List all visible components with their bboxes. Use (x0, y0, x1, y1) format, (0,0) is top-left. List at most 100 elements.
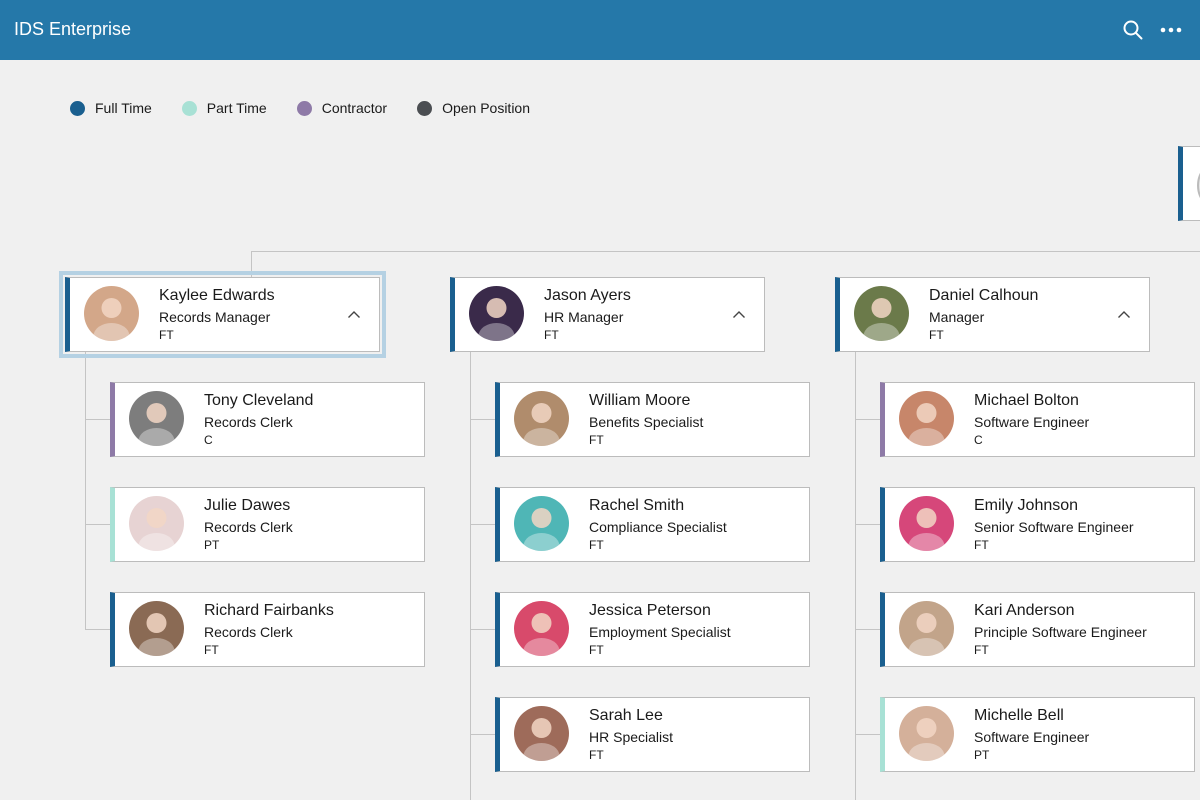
legend-label: Part Time (206, 100, 267, 116)
employee-title: Principle Software Engineer (974, 624, 1147, 640)
app-header: IDS Enterprise (0, 0, 1200, 60)
employee-name: Julie Dawes (204, 497, 291, 514)
connector-line (470, 419, 495, 420)
connector-line (855, 629, 880, 630)
avatar (514, 496, 569, 551)
chevron-up-icon (733, 310, 745, 318)
employee-name: Jason Ayers (544, 287, 631, 304)
legend-label: Open Position (442, 100, 531, 116)
legend: Full Time Part Time Contractor Open Positio… (70, 99, 560, 117)
avatar (854, 286, 909, 341)
employee-title: Software Engineer (974, 414, 1090, 430)
legend-label: Contractor (321, 100, 388, 116)
employment-type: FT (589, 748, 604, 762)
manager-card[interactable]: Jason Ayers HR Manager FT (450, 277, 765, 352)
legend-dot (70, 100, 85, 116)
legend-dot (296, 100, 312, 116)
manager-card[interactable]: Daniel Calhoun Manager FT (835, 277, 1150, 352)
legend-item: Part Time (181, 100, 267, 116)
employee-card[interactable]: Jessica Peterson Employment Specialist FT (495, 592, 810, 667)
chevron-up-icon (348, 310, 360, 318)
connector-line (85, 524, 110, 525)
employee-title: Records Manager (159, 309, 271, 325)
connector-line (470, 524, 495, 525)
avatar (899, 496, 954, 551)
employee-card[interactable]: Emily Johnson Senior Software Engineer FT (880, 487, 1195, 562)
avatar (84, 286, 139, 341)
employee-card[interactable]: Michael Bolton Software Engineer C (880, 382, 1195, 457)
employment-type: C (974, 433, 983, 447)
employee-card[interactable]: Julie Dawes Records Clerk PT (110, 487, 425, 562)
employee-name: Tony Cleveland (204, 392, 314, 409)
org-card-partial[interactable] (1178, 146, 1200, 221)
employment-type: C (204, 433, 213, 447)
employment-type: FT (929, 328, 944, 342)
employee-card[interactable]: William Moore Benefits Specialist FT (495, 382, 810, 457)
employment-type: FT (589, 433, 604, 447)
employee-card[interactable]: Richard Fairbanks Records Clerk FT (110, 592, 425, 667)
employment-type: FT (159, 328, 174, 342)
connector-line (85, 629, 110, 630)
employee-name: Michelle Bell (974, 707, 1064, 724)
more-actions-button[interactable] (1156, 15, 1186, 45)
connector-line (251, 251, 252, 277)
chevron-up-icon (1118, 310, 1130, 318)
employee-name: Daniel Calhoun (929, 287, 1039, 304)
connector-line (855, 734, 880, 735)
employee-title: HR Specialist (589, 729, 674, 745)
legend-label: Full Time (95, 100, 152, 116)
employee-name: William Moore (589, 392, 691, 409)
employee-name: Jessica Peterson (589, 602, 711, 619)
employee-title: Records Clerk (204, 414, 293, 430)
connector-line (470, 629, 495, 630)
employee-title: Benefits Specialist (589, 414, 704, 430)
avatar (129, 496, 184, 551)
connector-line (855, 419, 880, 420)
manager-card[interactable]: Kaylee Edwards Records Manager FT (59, 271, 386, 358)
employment-type: FT (589, 538, 604, 552)
employee-title: Manager (929, 309, 985, 325)
avatar (514, 391, 569, 446)
employee-name: Michael Bolton (974, 392, 1079, 409)
avatar (129, 601, 184, 656)
collapse-button[interactable] (730, 306, 748, 322)
employment-type: FT (974, 538, 989, 552)
employee-title: Software Engineer (974, 729, 1090, 745)
employee-name: Kaylee Edwards (159, 287, 275, 304)
employee-title: Records Clerk (204, 519, 293, 535)
employee-card[interactable]: Kari Anderson Principle Software Engineer… (880, 592, 1195, 667)
employee-card[interactable]: Michelle Bell Software Engineer PT (880, 697, 1195, 772)
employment-type: FT (589, 643, 604, 657)
employment-type: FT (204, 643, 219, 657)
connector-line (470, 734, 495, 735)
collapse-button[interactable] (345, 306, 363, 322)
employment-type: PT (204, 538, 220, 552)
avatar (514, 601, 569, 656)
avatar (899, 601, 954, 656)
employment-type: FT (974, 643, 989, 657)
avatar (469, 286, 524, 341)
more-horizontal-icon (1160, 27, 1182, 33)
legend-item: Open Position (417, 100, 530, 116)
legend-dot (181, 100, 197, 116)
connector-line (85, 419, 110, 420)
legend-dot (417, 100, 433, 116)
employee-name: Richard Fairbanks (204, 602, 334, 619)
connector-line (855, 524, 880, 525)
avatar (899, 391, 954, 446)
employee-title: Compliance Specialist (589, 519, 727, 535)
employee-name: Rachel Smith (589, 497, 685, 514)
collapse-button[interactable] (1115, 306, 1133, 322)
app-title: IDS Enterprise (14, 19, 132, 39)
employee-name: Emily Johnson (974, 497, 1079, 514)
search-button[interactable] (1118, 15, 1148, 45)
connector-line (85, 352, 86, 629)
connector-line (251, 251, 1200, 252)
employee-title: Records Clerk (204, 624, 293, 640)
legend-item: Full Time (70, 100, 152, 116)
employee-title: Senior Software Engineer (974, 519, 1134, 535)
employee-card[interactable]: Sarah Lee HR Specialist FT (495, 697, 810, 772)
employee-card[interactable]: Tony Cleveland Records Clerk C (110, 382, 425, 457)
avatar (514, 706, 569, 761)
employee-card[interactable]: Rachel Smith Compliance Specialist FT (495, 487, 810, 562)
